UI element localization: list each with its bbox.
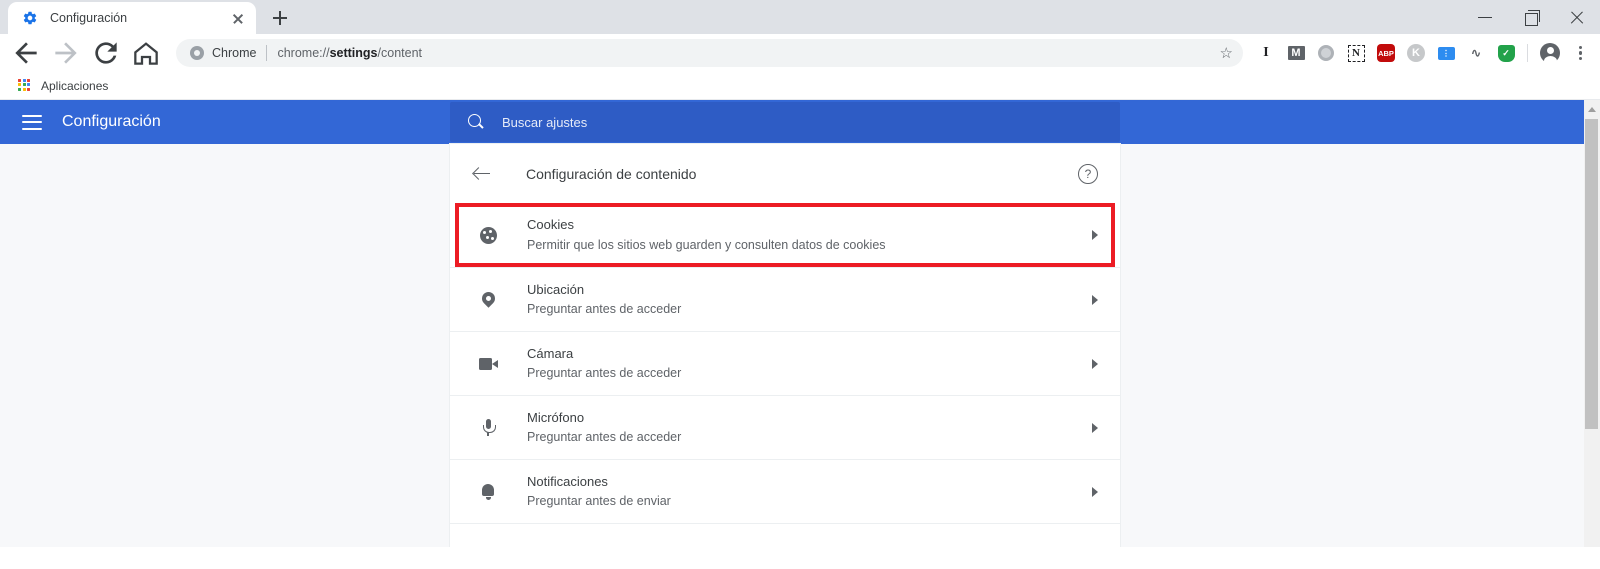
reload-icon[interactable] [90,37,122,69]
row-text: Notificaciones Preguntar antes de enviar [527,472,1092,512]
url-suffix: /content [377,46,422,60]
chevron-right-icon [1092,422,1098,433]
chevron-right-icon [1092,358,1098,369]
search-icon [468,114,484,130]
settings-row-cookies[interactable]: Cookies Permitir que los sitios web guar… [450,203,1120,267]
row-subtitle: Preguntar antes de acceder [527,302,682,317]
kaspersky-label: K [1407,44,1425,62]
hamburger-menu-icon[interactable] [22,114,42,130]
settings-row-partial[interactable] [450,523,1120,547]
content-settings-card: Configuración de contenido ? Cookies Per… [450,144,1120,547]
restore-button[interactable] [1508,0,1554,34]
gmail-icon[interactable]: M [1283,40,1309,66]
url-prefix: chrome:// [277,46,330,60]
adblock-plus-icon[interactable]: ABP [1373,40,1399,66]
gear-extension-icon[interactable] [1313,40,1339,66]
help-icon[interactable]: ? [1078,163,1098,184]
settings-row-location[interactable]: Ubicación Preguntar antes de acceder [450,267,1120,331]
url-text: chrome://settings/content [277,46,422,60]
chevron-right-icon [1092,486,1098,497]
browser-tab-settings[interactable]: Configuración [8,2,256,34]
chevron-right-icon [1092,294,1098,305]
abp-label: ABP [1377,44,1395,62]
row-title: Ubicación [527,281,585,297]
bell-icon [476,480,500,504]
search-input[interactable]: Buscar ajustes [450,102,1120,142]
new-tab-button[interactable] [266,4,294,32]
row-subtitle: Permitir que los sitios web guarden y co… [527,237,886,252]
location-pin-icon [476,288,500,312]
row-subtitle: Preguntar antes de acceder [527,430,682,445]
instapaper-icon[interactable]: I [1253,40,1279,66]
gear-icon [22,10,38,26]
microphone-icon [476,416,500,440]
row-subtitle: Preguntar antes de enviar [527,494,671,509]
site-identity: Chrome [190,46,256,60]
scrollbar-thumb[interactable] [1585,119,1598,429]
bookmark-star-icon[interactable]: ☆ [1220,46,1233,61]
row-text: Ubicación Preguntar antes de acceder [527,280,1092,320]
scroll-up-button[interactable] [1584,100,1600,117]
apps-grid-icon [18,78,32,93]
page-title: Configuración [62,113,161,130]
tab-title: Configuración [50,11,128,25]
kaspersky-icon[interactable]: K [1403,40,1429,66]
blue-card-label: ⋮ [1437,46,1455,60]
chrome-logo-icon [190,46,204,60]
back-arrow-icon[interactable] [470,162,494,186]
row-title: Cámara [527,345,574,361]
apps-bookmark[interactable]: Aplicaciones [10,75,116,97]
shield-label: ✓ [1497,44,1515,62]
settings-row-camera[interactable]: Cámara Preguntar antes de acceder [450,331,1120,395]
cookie-icon [476,223,500,247]
security-label: Chrome [212,46,257,60]
blue-card-icon[interactable]: ⋮ [1433,40,1459,66]
omnibox-divider [266,45,268,61]
search-placeholder: Buscar ajustes [502,114,588,130]
vertical-scrollbar[interactable] [1584,100,1600,547]
forward-icon[interactable] [50,37,82,69]
tab-strip: Configuración [0,0,1600,34]
row-title: Micrófono [527,409,585,425]
wave-label: ∿ [1470,46,1482,60]
url-bold: settings [329,46,378,60]
row-subtitle: Preguntar antes de acceder [527,366,682,381]
row-text: Micrófono Preguntar antes de acceder [527,408,1092,448]
apps-bookmark-label: Aplicaciones [41,78,109,93]
extensions-strip: I M N ABP K ⋮ ∿ ✓ [1251,40,1521,66]
settings-header: Configuración Buscar ajustes [0,100,1600,144]
row-text: Cámara Preguntar antes de acceder [527,344,1092,384]
row-title: Notificaciones [527,473,608,489]
instapaper-label: I [1263,45,1269,60]
window-controls [1462,0,1600,34]
gmail-label: M [1287,46,1305,60]
row-text: Cookies Permitir que los sitios web guar… [527,215,1092,255]
notion-label: N [1347,44,1365,62]
notion-clipper-icon[interactable]: N [1343,40,1369,66]
camera-icon [476,352,500,376]
toolbar-divider [1527,44,1528,62]
close-icon[interactable] [228,8,248,28]
back-icon[interactable] [10,37,42,69]
row-title: Cookies [527,217,574,233]
kebab-menu-icon[interactable] [1566,39,1594,67]
content-settings-title: Configuración de contenido [526,165,697,182]
content-settings-header: Configuración de contenido ? [450,144,1120,203]
shield-protection-icon[interactable]: ✓ [1493,40,1519,66]
settings-page: Configuración Buscar ajustes Configuraci… [0,100,1600,547]
gear-extension-glyph [1318,45,1334,61]
close-window-button[interactable] [1554,0,1600,34]
settings-row-notifications[interactable]: Notificaciones Preguntar antes de enviar [450,459,1120,523]
wave-icon[interactable]: ∿ [1463,40,1489,66]
settings-row-microphone[interactable]: Micrófono Preguntar antes de acceder [450,395,1120,459]
avatar[interactable] [1540,43,1560,66]
home-icon[interactable] [130,37,162,69]
address-bar[interactable]: Chrome chrome://settings/content ☆ [176,39,1243,67]
chevron-right-icon [1092,230,1098,240]
browser-toolbar: Chrome chrome://settings/content ☆ I M N… [0,34,1600,72]
minimize-button[interactable] [1462,0,1508,34]
bookmarks-bar: Aplicaciones [0,72,1600,100]
settings-rows: Cookies Permitir que los sitios web guar… [450,203,1120,547]
